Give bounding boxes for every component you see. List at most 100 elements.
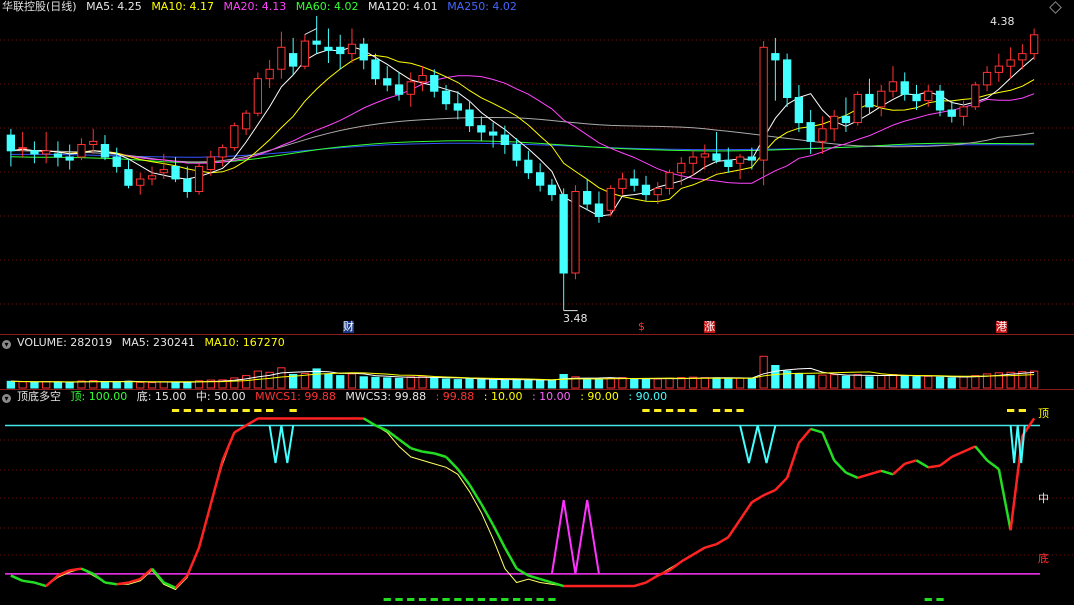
indicator-panel-header: ▾ 顶底多空 顶: 100.00 底: 15.00 中: 50.00 MWCS1:… [0,390,673,404]
candle-body [794,97,804,124]
value5-readout: : 90.00 [628,390,668,403]
bottom-zone-bar [465,598,474,601]
volume-bar [935,376,945,389]
candle-body [383,78,392,86]
candle-body [500,134,510,146]
indicator-segment [186,547,201,577]
candle-body [218,147,227,158]
volume-bar [336,375,345,389]
candle-body [935,90,945,111]
candle-body [183,178,192,192]
candle-body [877,90,886,108]
volume-bar [888,374,898,389]
ma20-readout: MA20: 4.13 [223,0,287,13]
indicator-segment [833,459,847,474]
stock-chart[interactable] [0,0,1074,605]
panel-menu-icon[interactable]: ▾ [2,340,11,349]
top-zone-bar [254,409,262,412]
event-marker-zhang[interactable]: 涨 [704,321,715,333]
indicator-segment [174,574,189,589]
volume-bar [665,377,674,389]
indicator-segment [92,572,106,584]
candle-body [453,103,463,111]
volume-bar [500,379,510,389]
high-price-label: 4.38 [990,15,1015,28]
volume-bar [524,379,533,389]
event-marker-dollar[interactable]: $ [638,321,645,333]
bottom-zone-bar [430,598,438,601]
indicator-segment [363,417,377,427]
volume-bar [53,381,63,389]
indicator-segment [880,469,894,476]
indicator-segment [974,445,989,462]
bottom-zone-bar [418,598,427,601]
event-marker-cai[interactable]: 财 [343,321,354,333]
candle-body [618,178,627,189]
top-zone-bar [689,409,697,412]
candle-body [89,140,98,145]
volume-bar [18,381,27,389]
bottom-signal-marker [550,499,600,574]
top-zone-bar [171,409,180,412]
volume-bar [618,377,627,389]
indicator-segment [774,476,789,491]
volume-bar [700,377,710,389]
indicator-segment [551,581,565,588]
event-marker-gang[interactable]: 港 [996,321,1007,333]
volume-bar [877,374,886,389]
candle-body [265,68,274,80]
indicator-segment [503,547,518,570]
indicator-segment [539,577,553,584]
bottom-zone-bar [454,598,462,601]
top-zone-bar [218,409,227,412]
volume-bar [747,377,757,389]
top-level-readout: 顶: 100.00 [70,390,128,403]
value2-readout: : 10.00 [483,390,523,403]
mwcs-line [10,418,1035,591]
candle-body [441,90,451,105]
candle-body [853,93,862,124]
indicator-segment [915,459,929,469]
candle-body [1030,34,1039,55]
candle-body [194,165,204,192]
bottom-zone-bar [489,598,497,601]
candle-body [830,115,839,130]
candle-body [653,187,662,196]
indicator-segment [645,574,659,584]
panel-menu-icon[interactable]: ▾ [2,394,11,403]
volume-bar [100,381,110,389]
candle-body [665,172,674,189]
volume-bar [583,378,592,389]
indicator-segment [821,431,836,461]
candle-body [18,147,27,150]
indicator-segment [233,424,247,434]
ma5-readout: MA5: 4.25 [86,0,142,13]
volume-bar [536,379,545,389]
indicator-segment [797,428,812,444]
top-zone-bar [207,409,215,412]
top-zone-bar [736,409,744,412]
volume-bar [971,375,980,389]
volume-bar [124,380,133,389]
candle-body [147,175,157,180]
bottom-zone-bar [536,598,544,601]
top-zone-bar [242,409,250,412]
mwcs3-readout: MWCS3: 99.88 [345,390,427,403]
high-pointer [304,28,317,35]
candle-body [594,203,604,217]
volume-bar [324,374,333,389]
candle-body [65,156,74,161]
volume-bar [159,381,168,389]
volume-bar [430,377,439,389]
volume-panel-header: ▾ VOLUME: 282019 MA5: 230241 MA10: 167270 [0,336,291,350]
candle-body [112,156,121,167]
bottom-zone-bar [395,598,403,601]
top-zone-bar [1018,409,1026,412]
candle-body [159,169,168,174]
volume-bar [912,376,921,389]
volume-bar [959,376,968,389]
candle-body [136,178,145,186]
indicator-segment [410,446,423,453]
candle-body [230,125,239,149]
candle-body [465,109,474,127]
